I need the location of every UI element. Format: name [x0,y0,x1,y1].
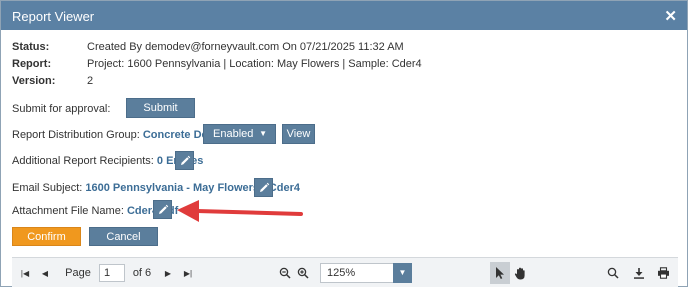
email-label: Email Subject: [12,182,83,194]
previous-page-icon[interactable]: ◀ [38,258,52,287]
cursor-icon [496,267,504,279]
first-page-icon[interactable]: |◀ [18,258,32,287]
version-label: Version: [12,75,56,87]
zoom-in-icon[interactable] [296,258,310,287]
edit-attachment-button[interactable] [153,200,172,219]
distribution-status-value: Enabled [213,128,254,140]
pencil-icon [260,182,270,192]
close-icon[interactable]: ✕ [664,7,677,25]
submit-button[interactable]: Submit [126,98,195,118]
pencil-icon [181,155,191,165]
zoom-value: 125% [327,267,356,279]
status-label: Status: [12,41,50,53]
next-page-icon[interactable]: ▶ [162,258,174,287]
report-value: Project: 1600 Pennsylvania | Location: M… [87,58,422,70]
distribution-status-select[interactable]: Enabled ▼ [203,124,276,144]
attachment-label: Attachment File Name: [12,205,124,217]
distribution-label-text: Report Distribution Group: [12,129,140,141]
title-bar: Report Viewer ✕ [1,1,687,30]
zoom-out-icon[interactable] [278,258,292,287]
recipients-label: Additional Report Recipients: [12,155,154,167]
page-number-input[interactable]: 1 [99,264,125,282]
zoom-select[interactable]: 125% ▼ [320,263,412,283]
hand-tool-icon[interactable] [512,258,528,287]
chevron-down-icon: ▼ [393,263,412,283]
view-button[interactable]: View [282,124,315,144]
chevron-down-icon: ▼ [259,129,267,138]
pencil-icon [159,204,169,214]
report-label: Report: [12,58,52,70]
print-icon[interactable] [656,258,670,287]
download-icon[interactable] [632,258,646,287]
pdf-toolbar: |◀ ◀ Page 1 of 6 ▶ ▶| 125% ▼ [12,257,678,287]
last-page-icon[interactable]: ▶| [181,258,195,287]
approval-label: Submit for approval: [12,103,111,115]
page-total: of 6 [132,267,152,279]
select-tool-button[interactable] [490,262,510,284]
confirm-button[interactable]: Confirm [12,227,81,246]
distribution-label: Report Distribution Group: Concrete Doct… [12,129,235,141]
version-value: 2 [87,75,94,87]
cancel-button[interactable]: Cancel [89,227,158,246]
search-icon[interactable] [606,258,620,287]
report-viewer-dialog: Report Viewer ✕ Status: Created By demod… [0,0,688,287]
dialog-title: Report Viewer [12,9,95,24]
page-label: Page [65,267,91,279]
edit-email-button[interactable] [254,178,273,197]
status-value: Created By demodev@forneyvault.com On 07… [87,41,404,53]
edit-recipients-button[interactable] [175,151,194,170]
